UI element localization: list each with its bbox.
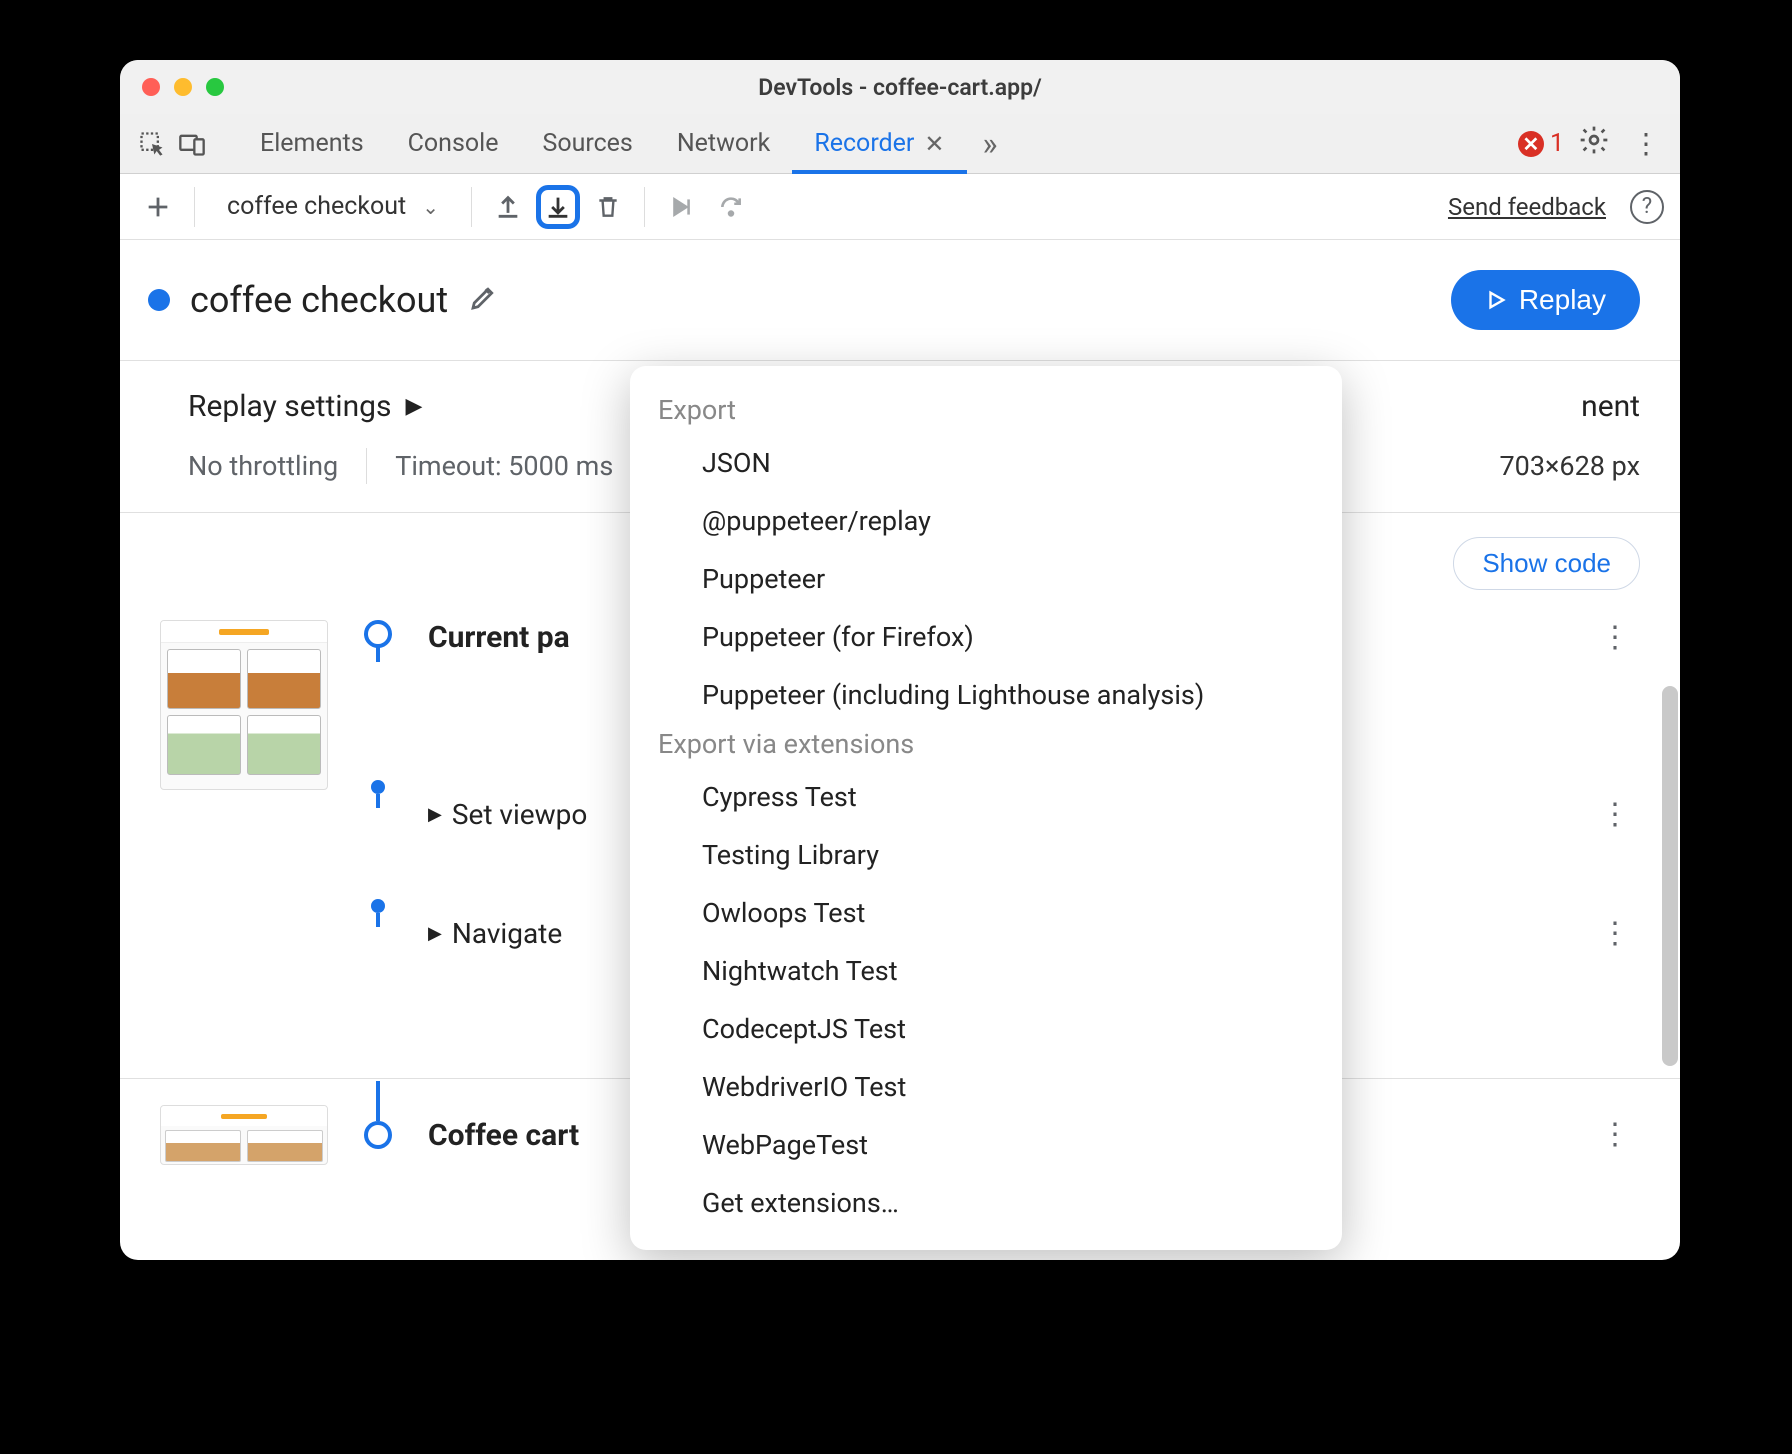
caret-right-icon: ▶ — [428, 804, 442, 825]
step-over-button[interactable] — [659, 185, 703, 229]
separator — [644, 187, 645, 227]
timeline-node — [364, 1121, 392, 1149]
export-button[interactable] — [536, 185, 580, 229]
recording-selector-label: coffee checkout — [227, 192, 406, 221]
recorder-toolbar: coffee checkout ⌄ Send feedback ? — [120, 174, 1680, 240]
import-button[interactable] — [486, 185, 530, 229]
window-titlebar: DevTools - coffee-cart.app/ — [120, 60, 1680, 114]
scrollbar[interactable] — [1662, 686, 1678, 1066]
export-item-webpagetest[interactable]: WebPageTest — [630, 1116, 1342, 1174]
viewport-dimensions: 703×628 px — [1499, 450, 1640, 482]
environment-label-partial: nent — [1581, 389, 1640, 424]
device-toolbar-icon[interactable] — [172, 130, 212, 158]
settings-gear-icon[interactable] — [1578, 124, 1610, 163]
separator — [471, 187, 472, 227]
export-item-codeceptjs[interactable]: CodeceptJS Test — [630, 1000, 1342, 1058]
export-extensions-heading: Export via extensions — [630, 724, 1342, 768]
close-tab-icon[interactable]: ✕ — [924, 130, 944, 158]
new-recording-button[interactable] — [136, 185, 180, 229]
export-item-puppeteer-lighthouse[interactable]: Puppeteer (including Lighthouse analysis… — [630, 666, 1342, 724]
recording-header: coffee checkout Replay — [120, 240, 1680, 361]
step-more-icon[interactable]: ⋮ — [1600, 1129, 1640, 1141]
export-item-puppeteer-firefox[interactable]: Puppeteer (for Firefox) — [630, 608, 1342, 666]
timeline-dot — [371, 899, 385, 913]
tab-sources[interactable]: Sources — [520, 114, 654, 174]
recording-status-dot — [148, 289, 170, 311]
step-group-title: Coffee cart — [428, 1118, 579, 1153]
timeline-column — [358, 620, 398, 648]
export-menu: Export JSON @puppeteer/replay Puppeteer … — [630, 366, 1342, 1250]
export-item-json[interactable]: JSON — [630, 434, 1342, 492]
devtools-tabstrip: Elements Console Sources Network Recorde… — [120, 114, 1680, 174]
caret-right-icon: ▶ — [428, 923, 442, 944]
step-thumbnail — [160, 620, 328, 790]
help-icon[interactable]: ? — [1630, 190, 1664, 224]
traffic-lights — [120, 78, 224, 96]
export-item-puppeteer[interactable]: Puppeteer — [630, 550, 1342, 608]
more-menu-icon[interactable]: ⋮ — [1624, 127, 1668, 160]
window-title: DevTools - coffee-cart.app/ — [120, 74, 1680, 101]
tab-network[interactable]: Network — [655, 114, 792, 174]
step-label: Set viewpo — [452, 798, 588, 831]
replay-button[interactable]: Replay — [1451, 270, 1640, 330]
step-more-icon[interactable]: ⋮ — [1600, 809, 1640, 821]
tab-elements[interactable]: Elements — [238, 114, 386, 174]
caret-right-icon: ▶ — [405, 394, 422, 419]
delete-button[interactable] — [586, 185, 630, 229]
maximize-window-button[interactable] — [206, 78, 224, 96]
edit-title-icon[interactable] — [468, 283, 498, 317]
export-item-webdriverio[interactable]: WebdriverIO Test — [630, 1058, 1342, 1116]
minimize-window-button[interactable] — [174, 78, 192, 96]
replay-settings-label: Replay settings — [188, 389, 391, 424]
error-indicator[interactable]: ✕ 1 — [1518, 129, 1564, 158]
export-item-nightwatch[interactable]: Nightwatch Test — [630, 942, 1342, 1000]
export-item-testing-library[interactable]: Testing Library — [630, 826, 1342, 884]
timeout-value[interactable]: Timeout: 5000 ms — [395, 450, 613, 482]
export-item-cypress[interactable]: Cypress Test — [630, 768, 1342, 826]
tab-recorder[interactable]: Recorder ✕ — [792, 114, 966, 174]
export-heading: Export — [630, 390, 1342, 434]
step-more-icon[interactable]: ⋮ — [1600, 928, 1640, 940]
export-item-owloops[interactable]: Owloops Test — [630, 884, 1342, 942]
export-item-get-extensions[interactable]: Get extensions… — [630, 1174, 1342, 1232]
tab-console[interactable]: Console — [386, 114, 521, 174]
replay-button-label: Replay — [1519, 284, 1606, 316]
recorder-content: coffee checkout Replay Replay settings ▶… — [120, 240, 1680, 1260]
separator — [194, 187, 195, 227]
error-count: 1 — [1550, 129, 1564, 158]
step-label: Navigate — [452, 917, 562, 950]
timeline-dot — [371, 780, 385, 794]
recording-title: coffee checkout — [190, 279, 448, 321]
replay-settings-toggle[interactable]: Replay settings ▶ — [188, 389, 422, 424]
export-item-puppeteer-replay[interactable]: @puppeteer/replay — [630, 492, 1342, 550]
separator — [366, 448, 367, 484]
devtools-window: DevTools - coffee-cart.app/ Elements Con… — [120, 60, 1680, 1260]
show-code-button[interactable]: Show code — [1453, 537, 1640, 590]
send-feedback-link[interactable]: Send feedback — [1448, 193, 1606, 221]
tabs-overflow-icon[interactable]: » — [983, 125, 998, 163]
timeline-node — [364, 620, 392, 648]
close-window-button[interactable] — [142, 78, 160, 96]
scrollbar-thumb[interactable] — [1662, 686, 1678, 1066]
throttling-value[interactable]: No throttling — [188, 450, 338, 482]
recording-selector[interactable]: coffee checkout ⌄ — [209, 183, 457, 231]
step-group-title: Current pa — [428, 620, 570, 655]
inspect-icon[interactable] — [132, 130, 172, 158]
continue-button[interactable] — [709, 185, 753, 229]
chevron-down-icon: ⌄ — [422, 195, 439, 219]
step-more-icon[interactable]: ⋮ — [1600, 632, 1640, 644]
error-icon: ✕ — [1518, 131, 1544, 157]
tab-recorder-label: Recorder — [814, 129, 914, 158]
step-thumbnail — [160, 1105, 328, 1165]
